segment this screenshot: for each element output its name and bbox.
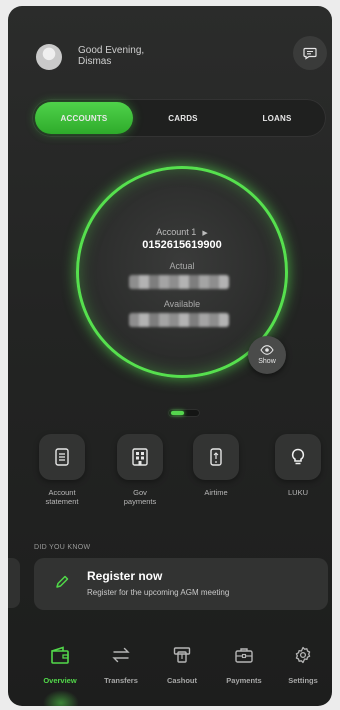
building-icon [132, 448, 148, 466]
show-balance-button[interactable]: Show [248, 336, 286, 374]
briefcase-icon [235, 648, 253, 663]
did-you-know-heading: DID YOU KNOW [34, 544, 91, 551]
quick-action-box [275, 434, 321, 480]
quick-action-box [117, 434, 163, 480]
greeting: Good Evening, Dismas [78, 45, 144, 67]
app-screen: Good Evening, Dismas ACCOUNTS CARDS LOAN… [8, 6, 332, 706]
quick-action-text: LUKU [287, 488, 308, 497]
play-arrow-icon: ▶ [202, 230, 208, 237]
nav-label: Overview [43, 676, 77, 685]
nav-label: Payments [226, 676, 262, 685]
eye-icon [260, 345, 274, 355]
account-label-row[interactable]: Account 1 ▶ [79, 227, 285, 237]
tab-loans[interactable]: LOANS [232, 102, 322, 134]
nav-transfers[interactable]: Transfers [91, 642, 151, 685]
carousel-prev-card[interactable] [8, 558, 20, 608]
quick-action-text: Gov payments [123, 488, 157, 506]
page-indicator [168, 409, 200, 417]
promo-title: Register now [87, 569, 163, 583]
user-name: Dismas [78, 56, 112, 67]
chat-icon [303, 47, 317, 60]
nav-settings[interactable]: Settings [273, 642, 332, 685]
promo-text: Register for the upcoming AGM meeting [87, 588, 230, 597]
quick-action-label: Account statement [26, 488, 98, 506]
wallet-icon [51, 646, 69, 664]
nav-label: Settings [288, 676, 318, 685]
avatar[interactable] [36, 44, 62, 70]
lightbulb-icon [291, 448, 305, 465]
quick-action-account-statement[interactable]: Account statement [26, 434, 98, 506]
actual-balance-hidden [129, 275, 229, 289]
nav-label: Cashout [167, 676, 197, 685]
pencil-icon [56, 575, 69, 588]
quick-action-box [39, 434, 85, 480]
quick-action-label: LUKU [262, 488, 332, 497]
nav-label: Transfers [104, 676, 138, 685]
quick-action-text: Airtime [204, 488, 228, 497]
page-indicator-active [171, 411, 184, 415]
greeting-text: Good Evening, [78, 45, 145, 56]
register-promo-card[interactable]: Register now Register for the upcoming A… [34, 558, 328, 610]
quick-action-airtime[interactable]: Airtime [180, 434, 252, 497]
active-nav-glow [43, 690, 79, 706]
quick-action-text: Account statement [45, 488, 79, 506]
account-label: Account 1 [156, 227, 197, 237]
quick-action-label: Airtime [180, 488, 252, 497]
quick-action-box [193, 434, 239, 480]
available-balance-hidden [129, 313, 229, 327]
transfer-icon [112, 647, 130, 663]
quick-action-gov-payments[interactable]: Gov payments [104, 434, 176, 506]
account-number: 0152615619900 [142, 239, 222, 251]
available-balance-label: Available [163, 299, 201, 309]
nav-payments[interactable]: Payments [214, 642, 274, 685]
tab-cards[interactable]: CARDS [138, 102, 228, 134]
nav-overview[interactable]: Overview [30, 642, 90, 685]
phone-icon [210, 448, 222, 466]
tab-accounts[interactable]: ACCOUNTS [35, 102, 133, 134]
nav-cashout[interactable]: Cashout [152, 642, 212, 685]
quick-action-label: Gov payments [104, 488, 176, 506]
gear-icon [295, 646, 311, 664]
messages-button[interactable] [293, 36, 327, 70]
actual-balance-label: Actual [169, 261, 195, 271]
cashout-icon [173, 647, 191, 663]
show-label: Show [258, 358, 276, 365]
quick-action-luku[interactable]: LUKU [262, 434, 332, 497]
account-tabs: ACCOUNTS CARDS LOANS [32, 99, 326, 137]
document-icon [55, 448, 69, 466]
